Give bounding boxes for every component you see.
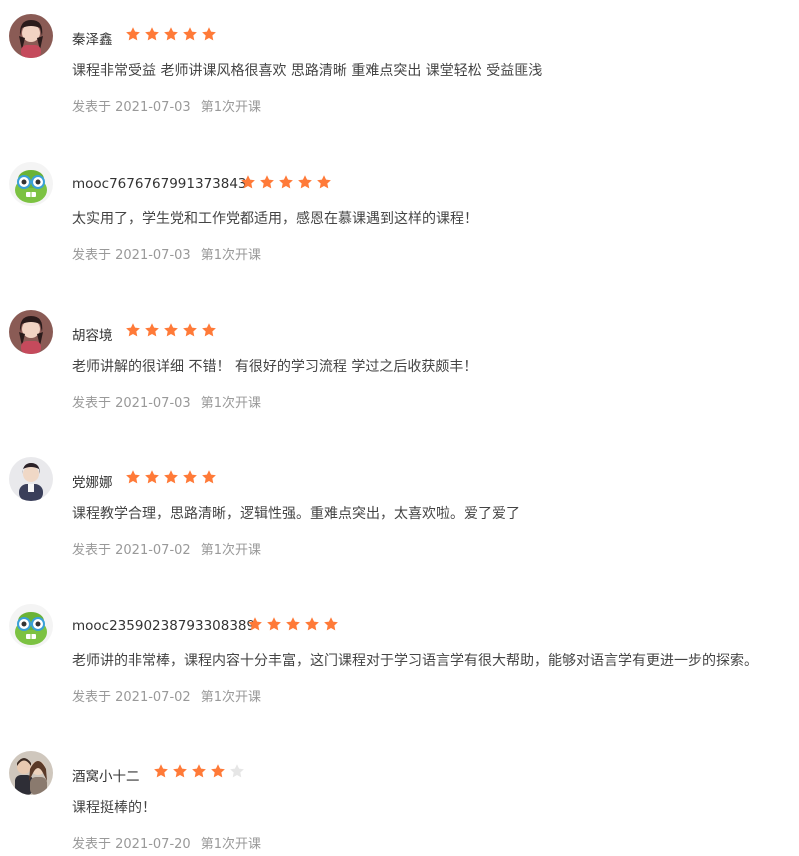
avatar[interactable] [9,162,53,206]
review-content: 课程挺棒的！ [72,800,156,816]
posted-date: 发表于 2021-07-02 [72,543,191,558]
username-link[interactable]: 酒窝小十二 [72,765,140,785]
course-session: 第1次开课 [200,396,261,411]
username-link[interactable]: mooc23590238793308389 [72,618,255,634]
rating-stars [247,616,342,634]
posted-date: 发表于 2021-07-20 [72,837,191,852]
review-meta: 发表于 2021-07-03 第1次开课 [72,244,271,263]
review-item: 秦泽鑫课程非常受益 老师讲课风格很喜欢 思路清晰 重难点突出 课堂轻松 受益匪浅… [0,14,799,154]
rating-stars [125,322,220,340]
rating-stars [125,469,220,487]
posted-date: 发表于 2021-07-03 [72,100,191,115]
review-content: 课程非常受益 老师讲课风格很喜欢 思路清晰 重难点突出 课堂轻松 受益匪浅 [72,63,543,79]
review-meta: 发表于 2021-07-03 第1次开课 [72,392,271,411]
review-content: 老师讲的非常棒，课程内容十分丰富，这门课程对于学习语言学有很大帮助，能够对语言学… [72,653,758,669]
avatar[interactable] [9,751,53,795]
review-meta: 发表于 2021-07-02 第1次开课 [72,686,271,705]
username-link[interactable]: mooc7676767991373843 [72,176,247,192]
avatar[interactable] [9,604,53,648]
posted-date: 发表于 2021-07-03 [72,248,191,263]
review-item: 胡容境老师讲解的很详细 不错！ 有很好的学习流程 学过之后收获颇丰！ 发表于 20… [0,310,799,450]
review-item: mooc23590238793308389 老师讲的非常棒，课程内容十分丰富，这门… [0,604,799,744]
avatar[interactable] [9,14,53,58]
username-link[interactable]: 党娜娜 [72,471,113,491]
review-content: 课程教学合理，思路清晰，逻辑性强。重难点突出，太喜欢啦。爱了爱了 [72,506,520,522]
rating-stars [153,763,248,781]
rating-stars [240,174,335,192]
posted-date: 发表于 2021-07-02 [72,690,191,705]
avatar[interactable] [9,457,53,501]
course-session: 第1次开课 [200,100,261,115]
username-link[interactable]: 秦泽鑫 [72,28,113,48]
rating-stars [125,26,220,44]
review-item: mooc7676767991373843 太实用了，学生党和工作党都适用，感恩在慕… [0,162,799,302]
review-item: 党娜娜课程教学合理，思路清晰，逻辑性强。重难点突出，太喜欢啦。爱了爱了 发表于 2… [0,457,799,597]
review-content: 老师讲解的很详细 不错！ 有很好的学习流程 学过之后收获颇丰！ [72,359,478,375]
review-meta: 发表于 2021-07-03 第1次开课 [72,96,271,115]
avatar[interactable] [9,310,53,354]
posted-date: 发表于 2021-07-03 [72,396,191,411]
course-session: 第1次开课 [200,248,261,263]
review-meta: 发表于 2021-07-02 第1次开课 [72,539,271,558]
review-content: 太实用了，学生党和工作党都适用，感恩在慕课遇到这样的课程！ [72,211,478,227]
review-meta: 发表于 2021-07-20 第1次开课 [72,833,271,852]
course-session: 第1次开课 [200,543,261,558]
course-session: 第1次开课 [200,690,261,705]
review-list: 秦泽鑫课程非常受益 老师讲课风格很喜欢 思路清晰 重难点突出 课堂轻松 受益匪浅… [0,0,799,856]
username-link[interactable]: 胡容境 [72,324,113,344]
review-item: 酒窝小十二课程挺棒的！ 发表于 2021-07-20 第1次开课 [0,751,799,856]
course-session: 第1次开课 [200,837,261,852]
